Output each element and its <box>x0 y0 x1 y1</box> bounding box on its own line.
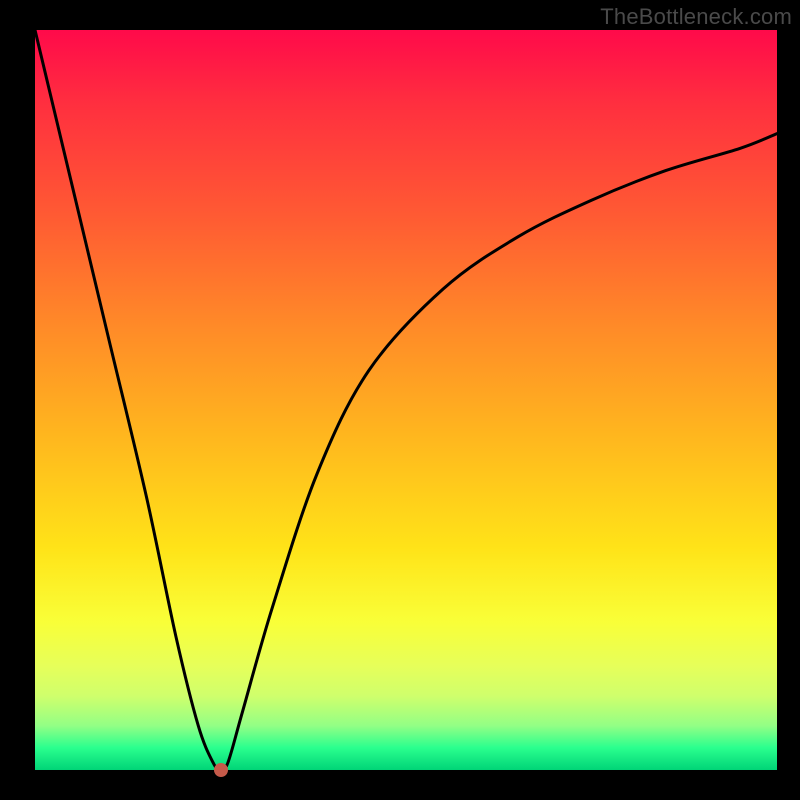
minimum-marker-icon <box>214 763 228 777</box>
plot-area <box>35 30 777 770</box>
chart-frame: TheBottleneck.com <box>0 0 800 800</box>
bottleneck-curve <box>35 30 777 770</box>
watermark-text: TheBottleneck.com <box>600 4 792 30</box>
